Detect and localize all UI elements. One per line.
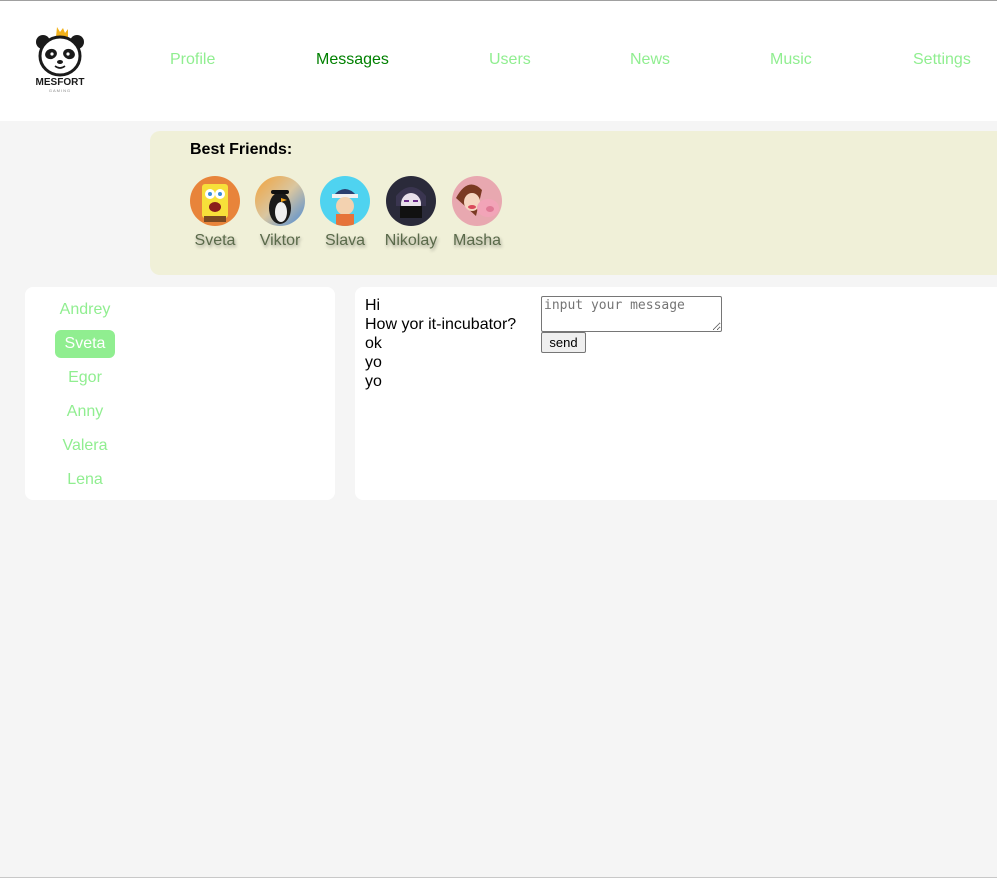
friend-name: Masha: [452, 232, 502, 249]
mesfort-logo[interactable]: MESFORT GAMING: [27, 25, 93, 93]
message-item: yo: [365, 373, 382, 390]
dialog-item-anny[interactable]: Anny: [55, 398, 115, 426]
header: MESFORT GAMING Profile Messages Users Ne…: [0, 0, 997, 121]
panda-crown-logo-icon: MESFORT GAMING: [36, 27, 85, 93]
dialog-item-andrey[interactable]: Andrey: [55, 296, 115, 324]
dialog-item-lena[interactable]: Lena: [55, 466, 115, 494]
nav-music[interactable]: Music: [770, 51, 812, 69]
send-button[interactable]: send: [541, 332, 586, 353]
nav-users[interactable]: Users: [489, 51, 531, 69]
best-friends-title: Best Friends:: [190, 141, 293, 158]
dipper-avatar-icon: [320, 176, 370, 226]
message-item: Hi: [365, 297, 381, 314]
dialog-item-sveta[interactable]: Sveta: [55, 330, 115, 358]
message-item: How yor it-incubator?: [365, 316, 517, 333]
dialog-item-valera[interactable]: Valera: [55, 432, 115, 460]
message-input[interactable]: [541, 296, 722, 332]
friend-name: Slava: [324, 232, 366, 249]
friend-slava[interactable]: Slava: [315, 176, 375, 250]
messages-panel: Hi How yor it-incubator? ok yo yo send: [355, 287, 997, 500]
friend-masha[interactable]: Masha: [447, 176, 507, 250]
friend-nikolay[interactable]: Nikolay: [381, 176, 441, 250]
message-item: yo: [365, 354, 382, 371]
nav-profile[interactable]: Profile: [170, 51, 215, 69]
cartoon-penguin-avatar-icon: [255, 176, 305, 226]
logo-subtext: GAMING: [49, 88, 71, 93]
nav-news[interactable]: News: [630, 51, 670, 69]
friend-name: Sveta: [194, 232, 236, 249]
message-item: ok: [365, 335, 382, 352]
message-list: Hi How yor it-incubator? ok yo yo: [365, 296, 516, 391]
logo-text: MESFORT: [36, 77, 85, 88]
nav-messages[interactable]: Messages: [316, 51, 389, 69]
spongebob-avatar-icon: [190, 176, 240, 226]
best-friends-panel: Best Friends: Sveta Viktor Slava Nikolay…: [150, 131, 997, 275]
friend-viktor[interactable]: Viktor: [250, 176, 310, 250]
anime-ninja-avatar-icon: [386, 176, 436, 226]
friend-name: Viktor: [259, 232, 301, 249]
friend-sveta[interactable]: Sveta: [185, 176, 245, 250]
dialog-item-egor[interactable]: Egor: [55, 364, 115, 392]
dialogs-list: Andrey Sveta Egor Anny Valera Lena: [25, 287, 335, 500]
mabel-avatar-icon: [452, 176, 502, 226]
nav-settings[interactable]: Settings: [913, 51, 971, 69]
friend-name: Nikolay: [384, 232, 438, 249]
